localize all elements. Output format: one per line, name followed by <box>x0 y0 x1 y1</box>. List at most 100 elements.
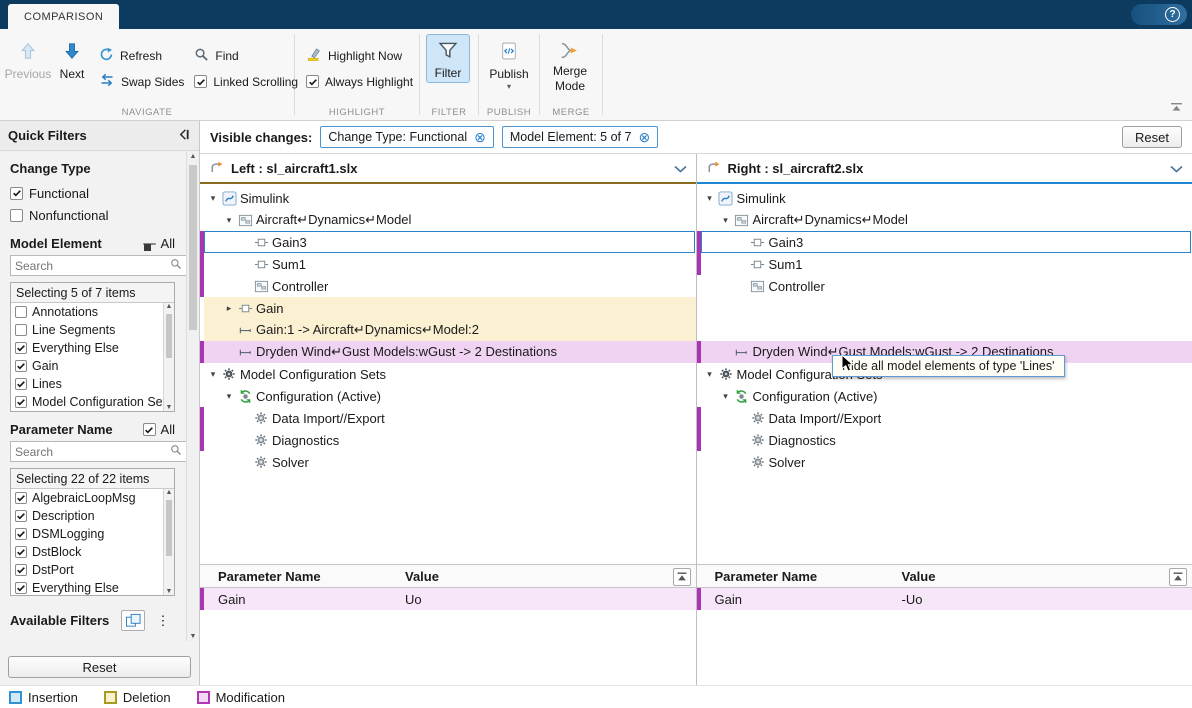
filter-list-item[interactable]: DstBlock <box>11 543 162 561</box>
parameter-name-all-checkbox[interactable]: All <box>143 422 175 437</box>
caret-down-icon[interactable]: ▾ <box>703 369 717 380</box>
checkbox[interactable] <box>194 75 207 88</box>
find-button[interactable]: Find <box>189 45 303 66</box>
scroll-up-icon[interactable]: ▲ <box>164 303 174 310</box>
scroll-up-icon[interactable]: ▲ <box>187 153 199 160</box>
checkbox-indeterminate[interactable] <box>143 243 156 245</box>
next-button[interactable]: Next <box>50 34 94 84</box>
filter-chip-change-type[interactable]: Change Type: Functional ⊗ <box>320 126 494 148</box>
tree-row[interactable]: Solver <box>200 451 696 473</box>
checkbox[interactable] <box>15 528 27 540</box>
tree-row[interactable]: ▾Aircraft↵Dynamics↵Model <box>200 209 696 231</box>
publish-button[interactable]: Publish ▾ <box>485 34 533 93</box>
tree-row[interactable]: Gain3 <box>200 231 696 253</box>
scrollbar-thumb[interactable] <box>166 314 172 358</box>
remove-filter-icon[interactable]: ⊗ <box>638 130 650 144</box>
right-parameter-row[interactable]: Gain -Uo <box>697 588 1192 610</box>
collapse-parameters-button[interactable] <box>1169 568 1187 586</box>
checkbox[interactable] <box>306 75 319 88</box>
highlight-now-button[interactable]: Highlight Now <box>301 45 418 66</box>
refresh-button[interactable]: Refresh <box>94 45 189 66</box>
filter-list-item[interactable]: Line Segments <box>11 321 162 339</box>
checkbox[interactable] <box>15 582 27 594</box>
checkbox[interactable] <box>15 378 27 390</box>
caret-down-icon[interactable]: ▾ <box>222 391 236 402</box>
tree-row[interactable]: Data Import//Export <box>200 407 696 429</box>
change-type-option[interactable]: Functional <box>10 182 175 204</box>
model-element-search-input[interactable] <box>10 255 187 276</box>
checkbox[interactable] <box>15 360 27 372</box>
caret-down-icon[interactable]: ▾ <box>222 215 236 226</box>
tree-row[interactable]: Solver <box>697 451 1192 473</box>
tree-row[interactable]: Controller <box>697 275 1192 297</box>
chevron-down-icon[interactable] <box>674 161 687 176</box>
tree-row[interactable]: Sum1 <box>697 253 1192 275</box>
filters-reset-button[interactable]: Reset <box>1122 126 1182 148</box>
scroll-up-icon[interactable]: ▲ <box>164 489 174 496</box>
left-parameter-row[interactable]: Gain Uo <box>200 588 696 610</box>
scroll-down-icon[interactable]: ▼ <box>164 404 174 411</box>
scroll-down-icon[interactable]: ▼ <box>187 633 199 640</box>
scrollbar-thumb[interactable] <box>189 165 197 330</box>
tree-row[interactable]: ▾Aircraft↵Dynamics↵Model <box>697 209 1192 231</box>
tree-row[interactable]: Gain3 <box>697 231 1192 253</box>
checkbox[interactable] <box>10 209 23 222</box>
merge-mode-button[interactable]: Merge Mode <box>546 34 594 96</box>
tree-row[interactable]: Controller <box>200 275 696 297</box>
filter-list-item[interactable]: DSMLogging <box>11 525 162 543</box>
filter-button[interactable]: Filter <box>426 34 470 83</box>
tree-row[interactable]: ▾Simulink <box>200 187 696 209</box>
more-options-button[interactable]: ⋮ <box>151 610 175 631</box>
caret-down-icon[interactable]: ▾ <box>703 193 717 204</box>
tree-row[interactable]: Sum1 <box>200 253 696 275</box>
filter-list-item[interactable]: DstPort <box>11 561 162 579</box>
always-highlight-checkbox[interactable]: Always Highlight <box>301 71 418 92</box>
filter-chip-model-element[interactable]: Model Element: 5 of 7 ⊗ <box>502 126 658 148</box>
filter-list-item[interactable]: AlgebraicLoopMsg <box>11 489 162 507</box>
tree-row[interactable]: ▾Configuration (Active) <box>200 385 696 407</box>
tree-row[interactable]: Dryden Wind↵Gust Models:wGust -> 2 Desti… <box>200 341 696 363</box>
tree-row[interactable]: Diagnostics <box>200 429 696 451</box>
scrollbar[interactable]: ▲ ▼ <box>163 489 174 595</box>
sidebar-scrollbar[interactable]: ▲ ▼ <box>186 152 199 641</box>
checkbox[interactable] <box>15 564 27 576</box>
change-type-option[interactable]: Nonfunctional <box>10 204 175 226</box>
caret-down-icon[interactable]: ▾ <box>206 193 220 204</box>
scroll-down-icon[interactable]: ▼ <box>164 588 174 595</box>
previous-button[interactable]: Previous <box>6 34 50 84</box>
model-element-all-checkbox[interactable]: All <box>143 236 175 251</box>
checkbox[interactable] <box>10 187 23 200</box>
caret-down-icon[interactable]: ▾ <box>206 369 220 380</box>
tree-row[interactable]: ▸Gain <box>200 297 696 319</box>
checkbox[interactable] <box>15 546 27 558</box>
checkbox[interactable] <box>15 510 27 522</box>
linked-scrolling-checkbox[interactable]: Linked Scrolling <box>189 71 303 92</box>
caret-down-icon[interactable]: ▾ <box>719 391 733 402</box>
filter-list-item[interactable]: Description <box>11 507 162 525</box>
tree-row[interactable]: Data Import//Export <box>697 407 1192 429</box>
scrollbar-thumb[interactable] <box>166 500 172 556</box>
tree-row[interactable]: ▾Configuration (Active) <box>697 385 1192 407</box>
tree-row[interactable]: ▾Simulink <box>697 187 1192 209</box>
filter-list-item[interactable]: Everything Else <box>11 339 162 357</box>
minimize-toolstrip-button[interactable] <box>1171 100 1182 115</box>
caret-right-icon[interactable]: ▸ <box>222 303 236 314</box>
parameter-name-search-input[interactable] <box>10 441 187 462</box>
chevron-down-icon[interactable] <box>1170 161 1183 176</box>
tree-row[interactable]: Gain:1 -> Aircraft↵Dynamics↵Model:2 <box>200 319 696 341</box>
tab-comparison[interactable]: COMPARISON <box>8 4 119 29</box>
manage-filters-button[interactable] <box>121 610 145 631</box>
help-button[interactable]: ? <box>1131 4 1187 25</box>
checkbox[interactable] <box>15 342 27 354</box>
checkbox[interactable] <box>15 324 27 336</box>
swap-sides-button[interactable]: Swap Sides <box>94 71 189 92</box>
tree-row[interactable]: Diagnostics <box>697 429 1192 451</box>
filter-list-item[interactable]: Model Configuration Set <box>11 393 162 411</box>
filter-list-item[interactable]: Everything Else <box>11 579 162 595</box>
checkbox[interactable] <box>15 396 27 408</box>
checkbox[interactable] <box>143 423 156 436</box>
collapse-sidebar-icon[interactable] <box>176 128 191 144</box>
sidebar-reset-button[interactable]: Reset <box>8 656 191 678</box>
remove-filter-icon[interactable]: ⊗ <box>474 130 486 144</box>
filter-list-item[interactable]: Lines <box>11 375 162 393</box>
